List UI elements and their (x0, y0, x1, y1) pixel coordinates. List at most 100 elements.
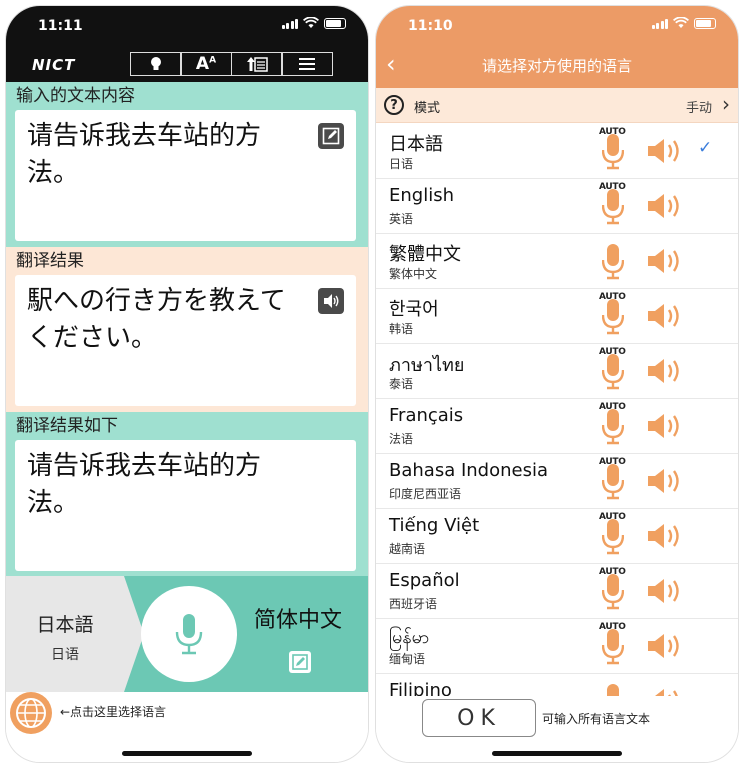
language-sub: 法语 (389, 432, 414, 446)
speaker-icon (648, 359, 679, 383)
speaker-button[interactable] (646, 577, 686, 609)
toolbar: AA (129, 52, 333, 76)
speaker-button[interactable] (646, 412, 686, 444)
microphone-icon (601, 629, 625, 665)
speaker-button[interactable] (646, 302, 686, 334)
mic-button[interactable] (601, 187, 625, 229)
status-icons (651, 17, 716, 29)
language-name: Français (389, 405, 464, 426)
speaker-button[interactable] (646, 632, 686, 664)
result-text: 駅への行き方を教えてください。 (27, 286, 286, 353)
nict-logo: NICT (32, 56, 76, 74)
edit-icon (322, 127, 340, 145)
record-button[interactable] (141, 586, 237, 682)
page-title: 请选择对方使用的语言 (481, 57, 632, 75)
input-section-label: 输入的文本内容 (16, 86, 135, 106)
speaker-icon (648, 579, 679, 603)
upload-form-icon (246, 57, 268, 72)
auto-badge: AUTO (599, 292, 626, 302)
help-icon[interactable]: ? (384, 95, 404, 115)
speaker-button[interactable] (646, 357, 686, 389)
language-sub: 繁体中文 (389, 267, 438, 281)
mic-button[interactable] (601, 462, 625, 504)
source-language-button[interactable]: 日本語 日语 (6, 576, 124, 692)
language-row[interactable]: Bahasa Indonesia 印度尼西亚语 AUTO (376, 454, 738, 509)
language-row[interactable]: Filipino (376, 674, 738, 696)
auto-badge: AUTO (599, 402, 626, 412)
language-row[interactable]: 한국어 韩语 AUTO (376, 289, 738, 344)
play-audio-button[interactable] (318, 288, 344, 314)
mode-row[interactable]: ? 模式 手动 › (376, 88, 738, 123)
ok-note: 可输入所有语言文本 (542, 712, 651, 726)
language-row[interactable]: 繁體中文 繁体中文 (376, 234, 738, 289)
mic-button[interactable] (601, 132, 625, 174)
mic-button[interactable] (601, 572, 625, 614)
speaker-button[interactable] (646, 467, 686, 499)
hint-button[interactable] (129, 52, 182, 76)
home-indicator (492, 751, 622, 756)
mic-button[interactable] (601, 297, 625, 339)
speaker-icon (648, 414, 679, 438)
status-bar: 11:11 (6, 6, 368, 50)
upload-form-button[interactable] (230, 52, 283, 76)
microphone-icon (175, 614, 203, 655)
speaker-button[interactable] (646, 137, 686, 169)
mode-label: 模式 (414, 101, 441, 116)
language-name: Español (389, 570, 460, 591)
language-hint: ←点击这里选择语言 (60, 705, 167, 719)
language-row[interactable]: English 英语 AUTO (376, 179, 738, 234)
battery-icon (324, 17, 346, 29)
language-sub: 韩语 (389, 322, 414, 336)
mode-value: 手动 (685, 101, 712, 116)
translator-screen: 11:11 NICT AA 输入的文本内容 请告诉我去车站的方法。 翻译结果 駅… (6, 6, 368, 762)
font-size-button[interactable]: AA (180, 52, 232, 76)
signal-icon (281, 18, 298, 29)
speaker-button[interactable] (646, 192, 686, 224)
source-language-name: 日本語 (36, 614, 94, 636)
mic-button[interactable] (601, 627, 625, 669)
language-row[interactable]: 日本語 日语 AUTO ✓ (376, 124, 738, 179)
language-select-button[interactable] (10, 692, 52, 734)
wifi-icon (673, 17, 689, 28)
speaker-button[interactable] (646, 247, 686, 279)
language-row[interactable]: Tiếng Việt 越南语 AUTO (376, 509, 738, 564)
speaker-icon (324, 294, 339, 308)
language-row[interactable]: Français 法语 AUTO (376, 399, 738, 454)
language-select-screen: 11:10 ‹ 请选择对方使用的语言 ? 模式 手动 › 日本語 日语 AUTO ✓ E… (376, 6, 738, 762)
speaker-icon (648, 524, 679, 548)
mic-button[interactable] (601, 352, 625, 394)
language-bar: 日本語 日语 简体中文 (6, 576, 368, 692)
mic-button[interactable] (601, 242, 625, 284)
target-edit-button[interactable] (288, 650, 312, 678)
lightbulb-icon (150, 57, 161, 70)
mic-button[interactable] (601, 517, 625, 559)
language-sub: 英语 (389, 212, 414, 226)
ok-button[interactable]: OK (422, 699, 536, 737)
edit-button[interactable] (318, 123, 344, 149)
font-size-icon: AA (195, 54, 217, 74)
language-row[interactable]: ภาษาไทย 泰语 AUTO (376, 344, 738, 399)
speaker-icon (648, 689, 678, 696)
speaker-icon (648, 194, 679, 218)
mic-button[interactable] (601, 407, 625, 449)
language-row[interactable]: မြန်မာ 缅甸语 AUTO (376, 619, 738, 674)
speaker-icon (648, 634, 679, 658)
language-sub: 越南语 (389, 542, 426, 556)
language-row[interactable]: Español 西班牙语 AUTO (376, 564, 738, 619)
backtranslation-section: 翻译结果如下 请告诉我去车站的方法。 (6, 412, 368, 578)
status-bar: 11:10 (376, 6, 738, 50)
microphone-icon (601, 519, 625, 555)
mic-button[interactable] (602, 682, 624, 696)
speaker-button[interactable] (646, 522, 686, 554)
microphone-icon (601, 464, 625, 500)
input-text-card[interactable]: 请告诉我去车站的方法。 (15, 110, 356, 241)
language-name: မြန်မာ (389, 627, 430, 648)
speaker-button[interactable] (646, 687, 686, 696)
auto-badge: AUTO (599, 567, 626, 577)
target-language-name[interactable]: 简体中文 (254, 602, 342, 634)
result-text-card: 駅への行き方を教えてください。 (15, 275, 356, 406)
auto-badge: AUTO (599, 512, 626, 522)
menu-button[interactable] (281, 52, 333, 76)
language-sub: 西班牙语 (389, 597, 438, 611)
result-section-label: 翻译结果 (16, 251, 84, 271)
